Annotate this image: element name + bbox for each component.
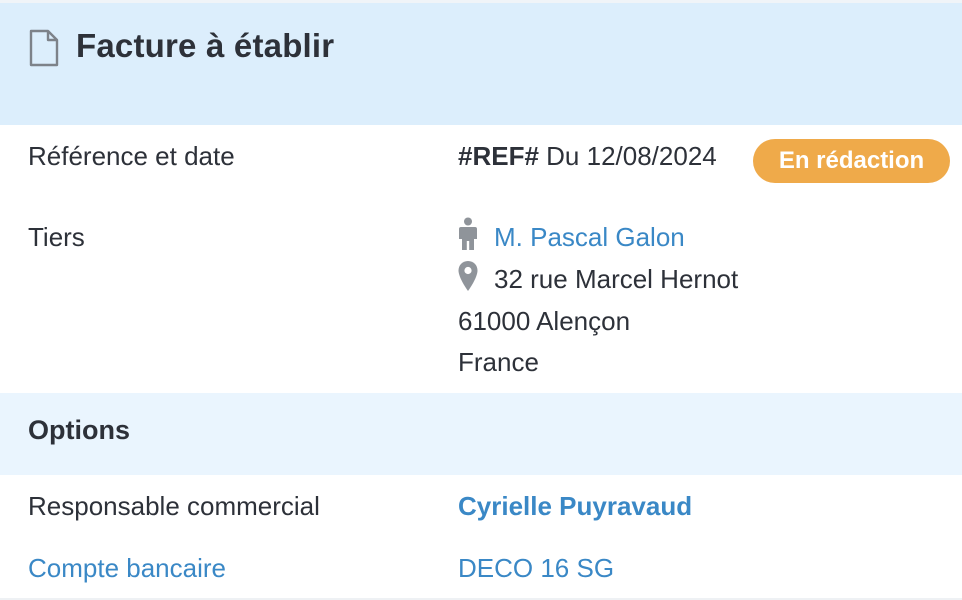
- options-section-title: Options: [28, 415, 130, 445]
- reference-date: Du 12/08/2024: [546, 141, 717, 171]
- person-icon: [458, 217, 478, 251]
- reference-code: #REF#: [458, 141, 539, 171]
- bank-account-link[interactable]: DECO 16 SG: [458, 553, 614, 584]
- tiers-address-line1: 32 rue Marcel Hernot: [494, 264, 739, 294]
- document-icon: [28, 29, 60, 67]
- bank-account-label-link[interactable]: Compte bancaire: [28, 553, 226, 584]
- page-title: Facture à établir: [76, 27, 335, 64]
- tiers-address-line2: 61000 Alençon: [458, 306, 631, 336]
- tiers-country: France: [458, 347, 539, 377]
- sales-rep-link[interactable]: Cyrielle Puyravaud: [458, 491, 692, 522]
- reference-label: Référence et date: [28, 141, 235, 171]
- options-section-header: Options: [0, 393, 962, 475]
- tiers-label: Tiers: [28, 222, 85, 252]
- invoice-panel: Facture à établir Référence et date #REF…: [0, 0, 962, 600]
- tiers-name-link[interactable]: M. Pascal Galon: [494, 222, 685, 253]
- panel-header: Facture à établir: [0, 0, 962, 125]
- location-pin-icon: [457, 260, 479, 292]
- reference-value: #REF# Du 12/08/2024: [458, 141, 717, 172]
- status-badge: En rédaction: [753, 139, 950, 183]
- sales-rep-label: Responsable commercial: [28, 491, 320, 521]
